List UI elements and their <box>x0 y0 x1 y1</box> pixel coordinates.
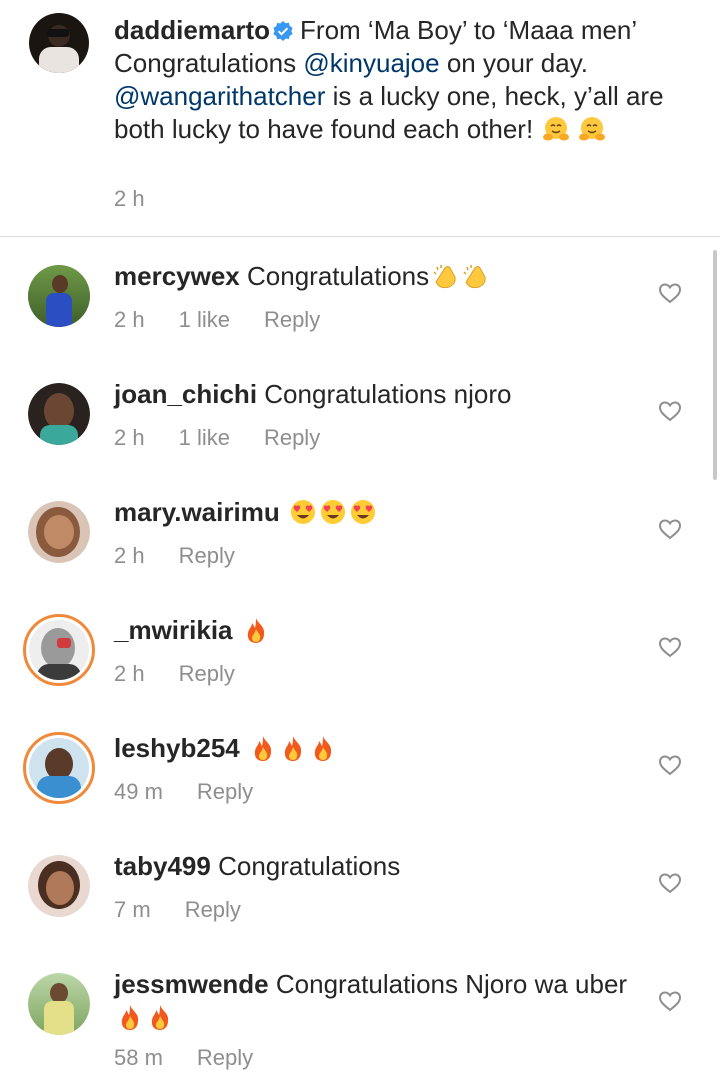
reply-button[interactable]: Reply <box>179 661 235 686</box>
comment-username[interactable]: jessmwende <box>114 969 269 999</box>
comment-meta: 58 m Reply <box>114 1045 287 1071</box>
hugging-face-emoji <box>578 115 606 143</box>
heart-outline-icon[interactable] <box>658 990 682 1012</box>
avatar[interactable] <box>28 383 90 445</box>
comment-timestamp: 58 m <box>114 1045 163 1070</box>
comment-meta: 2 h Reply <box>114 661 269 687</box>
caption-text-2: on your day. <box>446 48 589 78</box>
post-caption: daddiemarto From ‘Ma Boy’ to ‘Maaa men’ … <box>0 0 720 237</box>
fire-emoji <box>279 734 307 762</box>
heart-outline-icon[interactable] <box>658 282 682 304</box>
heart-eyes-emoji <box>289 498 317 526</box>
clapping-hands-emoji <box>461 262 489 290</box>
fire-emoji <box>116 1003 144 1031</box>
mention-link[interactable]: @wangarithatcher <box>114 81 325 111</box>
caption-text: daddiemarto From ‘Ma Boy’ to ‘Maaa men’ … <box>114 14 674 146</box>
comment-message: Congratulations <box>247 261 430 291</box>
comment-username[interactable]: joan_chichi <box>114 379 257 409</box>
mention-link[interactable]: @kinyuajoe <box>303 48 439 78</box>
verified-badge-icon <box>273 21 293 41</box>
comment-meta: 2 h Reply <box>114 543 269 569</box>
comment-timestamp: 7 m <box>114 897 151 922</box>
heart-outline-icon[interactable] <box>658 400 682 422</box>
comment-text: leshyb254 <box>114 732 634 765</box>
comment-likes[interactable]: 1 like <box>179 425 230 450</box>
comment-username[interactable]: taby499 <box>114 851 211 881</box>
comment-username[interactable]: _mwirikia <box>114 615 233 645</box>
avatar[interactable] <box>28 501 90 563</box>
comment-timestamp: 2 h <box>114 307 145 332</box>
heart-outline-icon[interactable] <box>658 636 682 658</box>
comment-message: Congratulations njoro <box>264 379 512 409</box>
reply-button[interactable]: Reply <box>264 425 320 450</box>
reply-button[interactable]: Reply <box>264 307 320 332</box>
heart-outline-icon[interactable] <box>658 872 682 894</box>
avatar[interactable] <box>28 855 90 917</box>
comment-meta: 2 h 1 like Reply <box>114 425 354 451</box>
comment-text: jessmwende Congratulations Njoro wa uber <box>114 968 634 1034</box>
comment-timestamp: 2 h <box>114 425 145 450</box>
comment-text: mary.wairimu <box>114 496 634 529</box>
heart-eyes-emoji <box>349 498 377 526</box>
comment-timestamp: 2 h <box>114 661 145 686</box>
comment-timestamp: 49 m <box>114 779 163 804</box>
reply-button[interactable]: Reply <box>197 779 253 804</box>
reply-button[interactable]: Reply <box>179 543 235 568</box>
comment-timestamp: 2 h <box>114 543 145 568</box>
comment-likes[interactable]: 1 like <box>179 307 230 332</box>
hugging-face-emoji <box>542 115 570 143</box>
avatar[interactable] <box>28 12 90 74</box>
clapping-hands-emoji <box>431 262 459 290</box>
reply-button[interactable]: Reply <box>185 897 241 922</box>
avatar[interactable] <box>23 614 95 686</box>
fire-emoji <box>309 734 337 762</box>
comment-text: _mwirikia <box>114 614 634 647</box>
heart-outline-icon[interactable] <box>658 754 682 776</box>
reply-button[interactable]: Reply <box>197 1045 253 1070</box>
comment-username[interactable]: leshyb254 <box>114 733 240 763</box>
comment-meta: 7 m Reply <box>114 897 275 923</box>
comment-text: joan_chichi Congratulations njoro <box>114 378 634 411</box>
caption-timestamp: 2 h <box>114 186 145 211</box>
heart-outline-icon[interactable] <box>658 518 682 540</box>
caption-username[interactable]: daddiemarto <box>114 15 270 45</box>
avatar[interactable] <box>28 973 90 1035</box>
fire-emoji <box>146 1003 174 1031</box>
comment-meta: 2 h 1 like Reply <box>114 307 354 333</box>
avatar[interactable] <box>23 732 95 804</box>
comment-message: Congratulations <box>218 851 401 881</box>
comment-username[interactable]: mary.wairimu <box>114 497 280 527</box>
heart-eyes-emoji <box>319 498 347 526</box>
fire-emoji <box>242 616 270 644</box>
comment-meta: 49 m Reply <box>114 779 287 805</box>
avatar[interactable] <box>28 265 90 327</box>
comment-text: taby499 Congratulations <box>114 850 634 883</box>
scrollbar[interactable] <box>713 250 717 480</box>
fire-emoji <box>249 734 277 762</box>
comment-text: mercywex Congratulations <box>114 260 634 293</box>
comment-username[interactable]: mercywex <box>114 261 240 291</box>
comment-message: Congratulations Njoro wa uber <box>275 969 628 999</box>
